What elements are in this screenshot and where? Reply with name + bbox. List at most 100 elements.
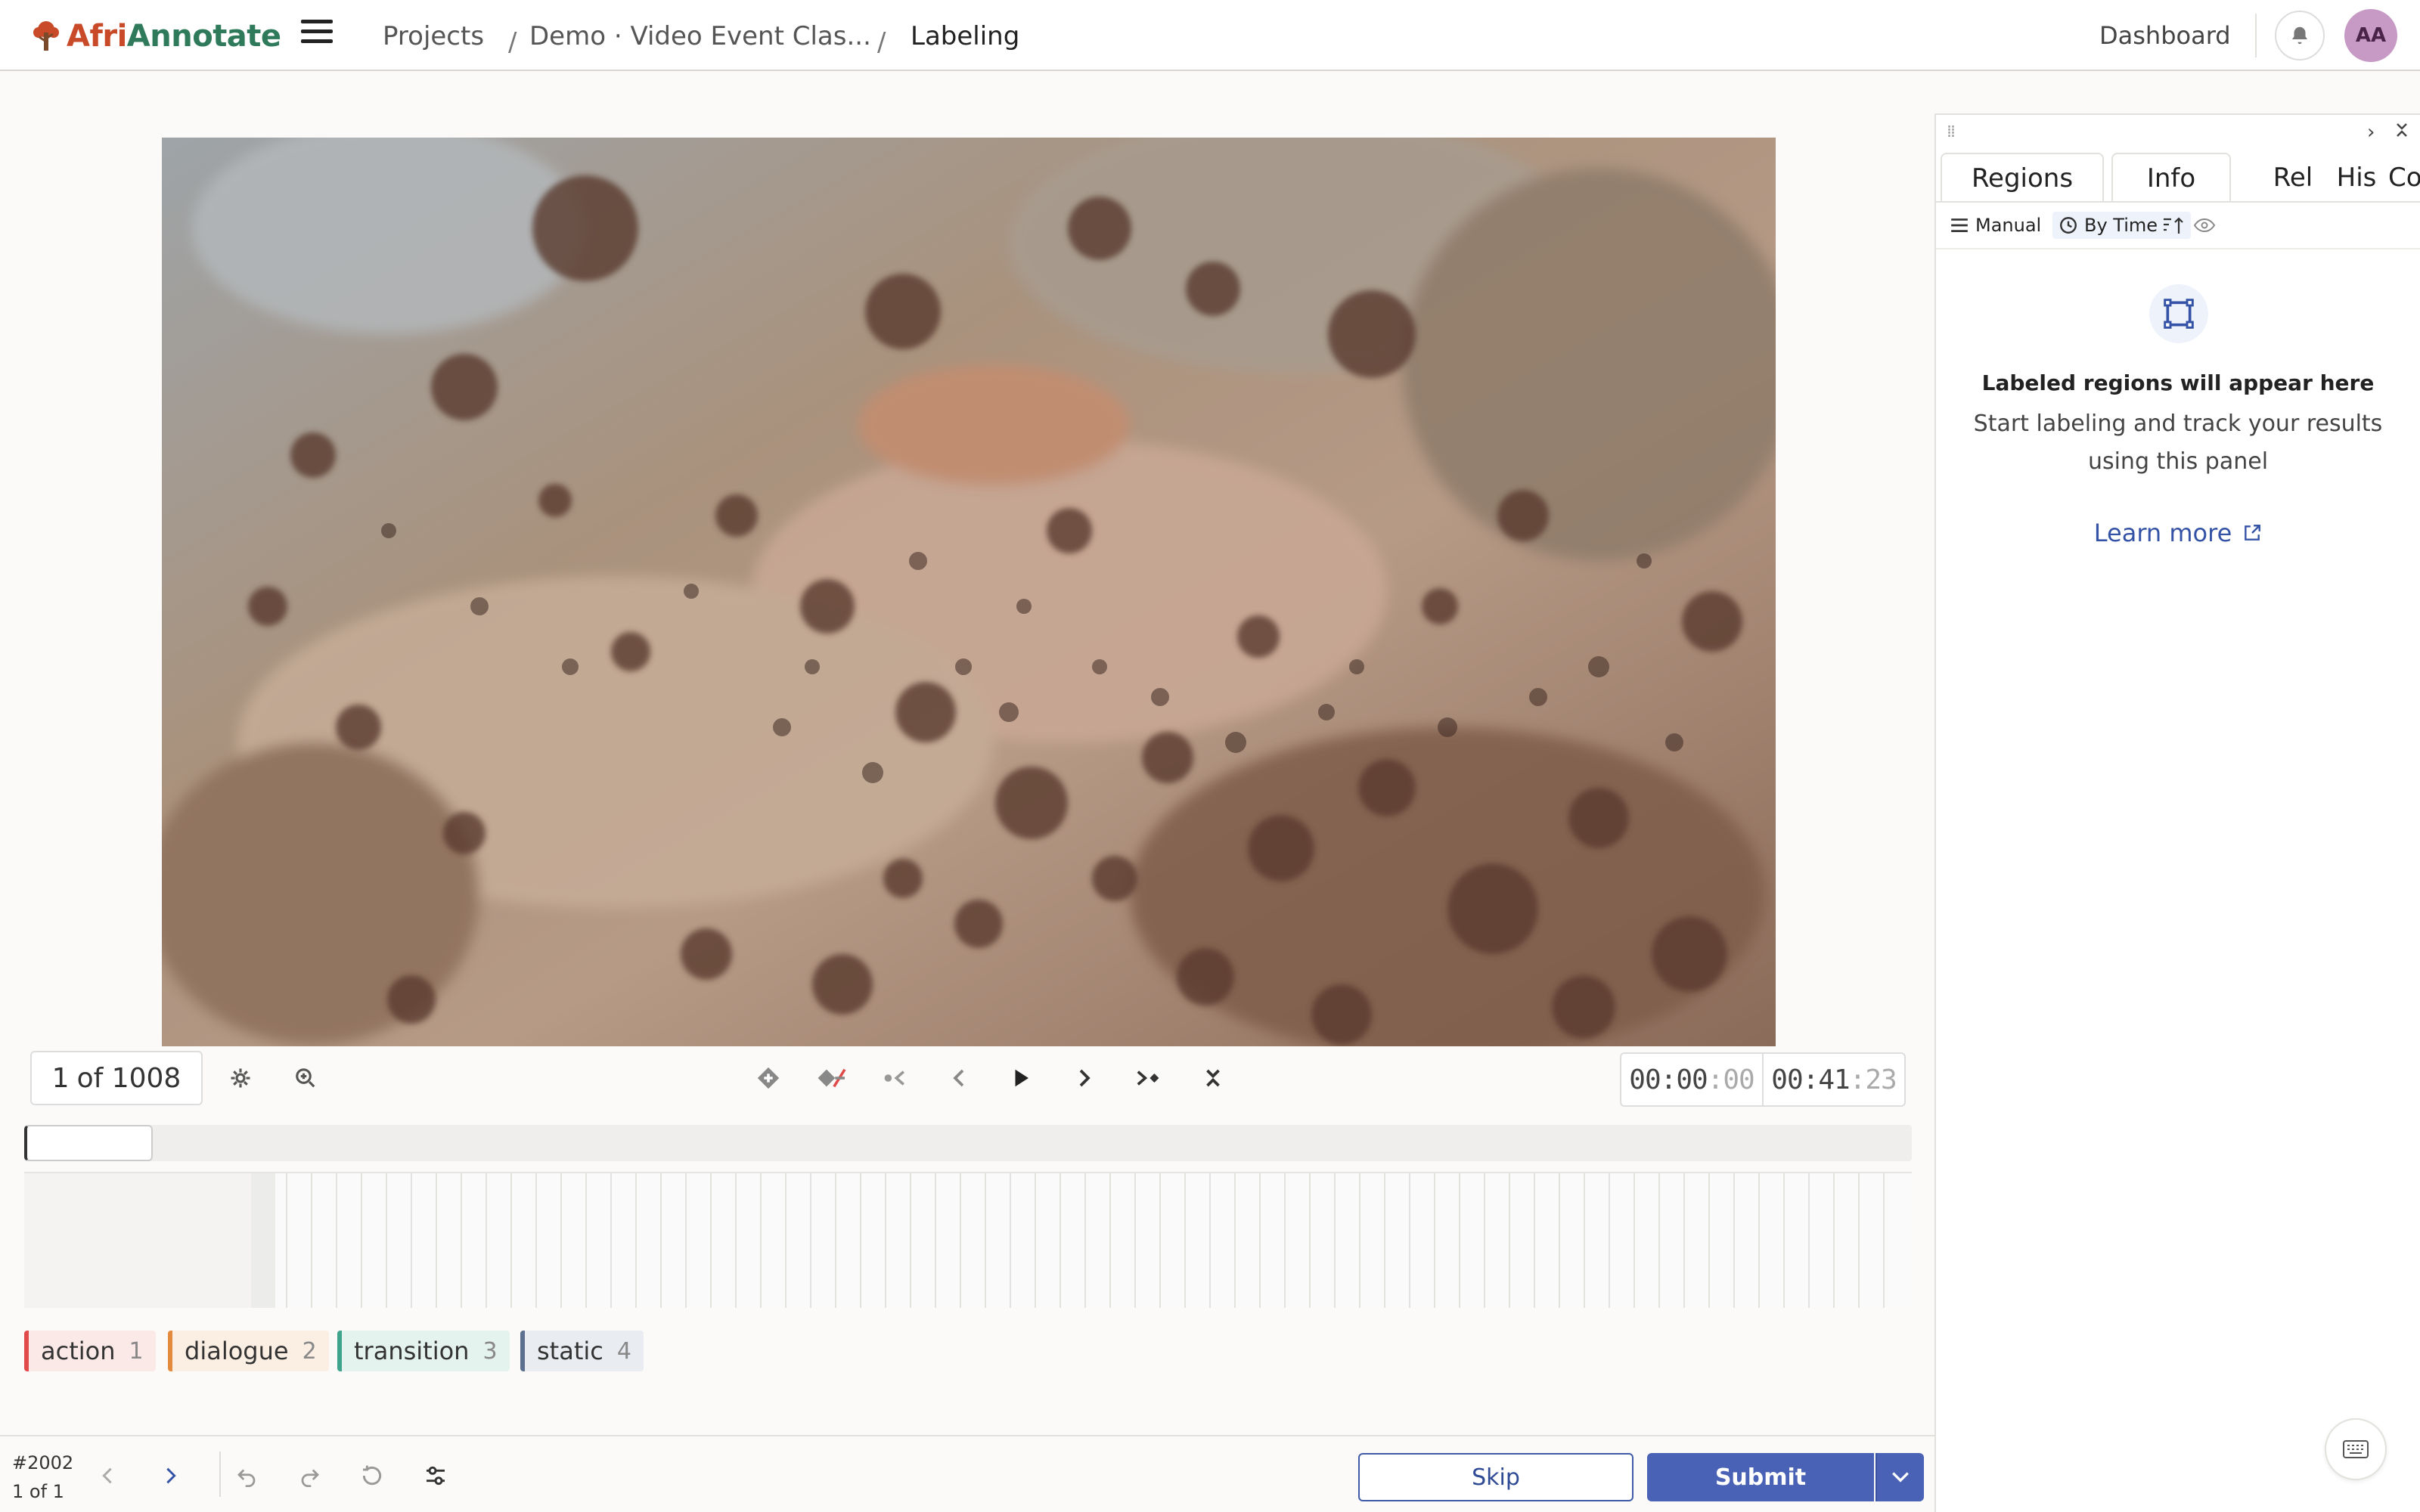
seek-bar[interactable] [24, 1125, 1912, 1161]
timeline-playhead-area [251, 1173, 275, 1308]
learn-more-link[interactable]: Learn more [1936, 519, 2420, 547]
current-time[interactable]: 00:00:00 [1621, 1054, 1762, 1105]
timeline-tick [1384, 1173, 1385, 1308]
tab-comments[interactable]: Co [2388, 153, 2420, 203]
sort-manual-label: Manual [1975, 215, 2042, 236]
timeline-tick [1534, 1173, 1535, 1308]
play-icon[interactable] [1004, 1061, 1038, 1095]
tabs-underline [1936, 201, 2420, 203]
breadcrumb-separator: / [877, 27, 886, 57]
keyboard-shortcuts-button[interactable] [2325, 1418, 2387, 1480]
timeline-tick [1234, 1173, 1236, 1308]
seek-handle[interactable] [24, 1125, 153, 1161]
timeline-tick [386, 1173, 387, 1308]
sort-manual[interactable]: Manual [1950, 212, 2041, 239]
add-keyframe-icon[interactable] [752, 1061, 785, 1095]
timeline-tick [585, 1173, 587, 1308]
timeline-tick [1758, 1173, 1760, 1308]
timeline-tick [860, 1173, 861, 1308]
clock-icon [2060, 217, 2077, 234]
notifications-button[interactable] [2275, 11, 2325, 60]
timeline-tick [1084, 1173, 1086, 1308]
prev-frame-icon[interactable] [942, 1061, 976, 1095]
breadcrumb-project-name[interactable]: Demo · Video Event Clas... [529, 21, 871, 51]
label-chip-static[interactable]: static 4 [520, 1331, 644, 1371]
timeline-tick [461, 1173, 462, 1308]
collapse-panel-icon[interactable] [2394, 121, 2409, 144]
tab-relations[interactable]: Rel [2263, 153, 2323, 203]
timeline-tick [1184, 1173, 1186, 1308]
list-icon [1951, 218, 1968, 232]
timeline-tick [1309, 1173, 1311, 1308]
learn-more-label: Learn more [2093, 519, 2232, 547]
settings-gear-icon[interactable] [224, 1061, 257, 1095]
timeline-tick [910, 1173, 911, 1308]
sort-by-time[interactable]: By Time [2052, 212, 2192, 239]
empty-state-description: Start labeling and track your results us… [1973, 411, 2383, 475]
tab-info[interactable]: Info [2111, 153, 2231, 203]
label-chip-transition[interactable]: transition 3 [337, 1331, 510, 1371]
redo-icon[interactable] [293, 1459, 327, 1492]
timeline-tick [1409, 1173, 1410, 1308]
sort-by-time-label: By Time [2084, 215, 2158, 236]
settings-sliders-icon[interactable] [419, 1459, 452, 1492]
keyboard-icon [2343, 1440, 2369, 1458]
timeline-track[interactable] [24, 1172, 1912, 1308]
breadcrumb-labeling: Labeling [911, 21, 1020, 51]
app-logo[interactable]: AfriAnnotate [29, 17, 281, 56]
video-frame[interactable] [162, 138, 1776, 1046]
timeline-tick [635, 1173, 637, 1308]
timeline-label-column [24, 1173, 251, 1308]
timeline-tick [760, 1173, 762, 1308]
timeline-tick [535, 1173, 537, 1308]
label-hotkey: 4 [616, 1337, 631, 1365]
video-image [162, 138, 1776, 1046]
frame-counter[interactable]: 1 of 1008 [30, 1051, 203, 1105]
timeline-tick [286, 1173, 287, 1308]
breadcrumb-projects[interactable]: Projects [383, 21, 484, 51]
submit-button[interactable]: Submit [1647, 1453, 1874, 1501]
remove-keyframe-icon[interactable] [815, 1061, 849, 1095]
timeline-tick [336, 1173, 337, 1308]
collapse-icon[interactable] [1196, 1061, 1230, 1095]
chevron-down-icon [1892, 1472, 1909, 1483]
timeline-tick [436, 1173, 437, 1308]
label-color-bar [337, 1331, 342, 1371]
divider [2255, 14, 2257, 57]
expand-panel-icon[interactable]: › [2367, 121, 2375, 144]
prev-keyframe-icon[interactable] [879, 1061, 912, 1095]
bell-icon [2292, 26, 2307, 45]
menu-icon[interactable] [301, 20, 333, 50]
label-name: transition [354, 1337, 470, 1365]
next-keyframe-icon[interactable] [1131, 1061, 1165, 1095]
timeline-tick [710, 1173, 712, 1308]
timeline-tick [1284, 1173, 1286, 1308]
label-chip-action[interactable]: action 1 [24, 1331, 156, 1371]
reset-icon[interactable] [355, 1459, 389, 1492]
timeline-tick [1259, 1173, 1261, 1308]
drag-handle-icon[interactable]: ⁞⁞ [1947, 122, 1956, 141]
tab-history[interactable]: His [2323, 153, 2390, 203]
timeline-tick [1334, 1173, 1336, 1308]
timeline-tick [1434, 1173, 1435, 1308]
undo-icon[interactable] [230, 1459, 263, 1492]
frame-total: of 1008 [76, 1062, 182, 1094]
timeline-tick [960, 1173, 961, 1308]
skip-button[interactable]: Skip [1358, 1453, 1634, 1501]
prev-task-icon[interactable] [91, 1459, 124, 1492]
total-time: 00:41:23 [1762, 1054, 1904, 1105]
zoom-in-icon[interactable] [289, 1061, 322, 1095]
timeline-tick [985, 1173, 986, 1308]
tab-regions[interactable]: Regions [1941, 153, 2104, 203]
next-task-icon[interactable] [154, 1459, 188, 1492]
dashboard-link[interactable]: Dashboard [2099, 21, 2231, 50]
visibility-toggle[interactable] [2193, 212, 2216, 239]
avatar[interactable]: AA [2344, 9, 2397, 62]
label-color-bar [520, 1331, 525, 1371]
label-chip-dialogue[interactable]: dialogue 2 [168, 1331, 329, 1371]
timeline-tick [735, 1173, 737, 1308]
bottom-toolbar [0, 1435, 1936, 1512]
divider [1936, 248, 2420, 249]
submit-options-button[interactable] [1876, 1453, 1924, 1501]
next-frame-icon[interactable] [1068, 1061, 1101, 1095]
